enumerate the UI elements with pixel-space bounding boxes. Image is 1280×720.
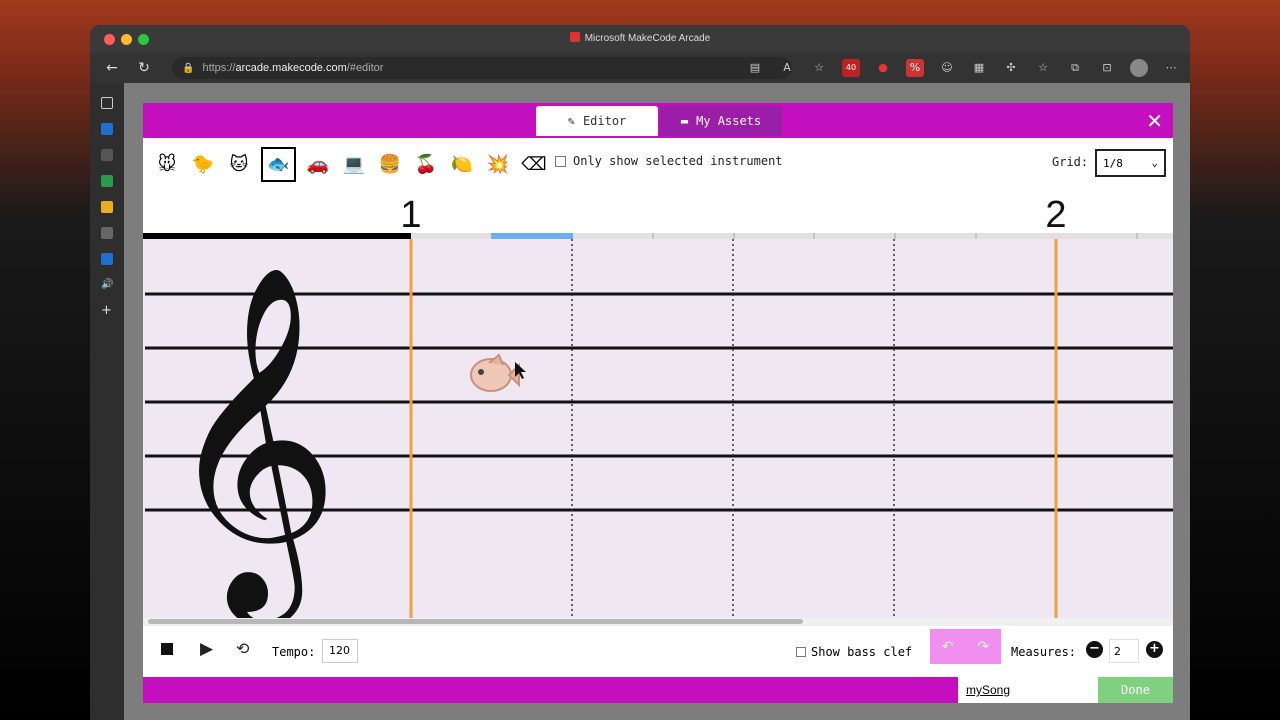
footer-bar: [143, 677, 958, 703]
duck-icon[interactable]: 🐤: [189, 150, 217, 178]
more-menu-icon[interactable]: ⋯: [1162, 59, 1180, 77]
reader-icon[interactable]: ▤: [746, 59, 764, 77]
tempo-input[interactable]: 120: [322, 639, 358, 663]
lock-icon: 🔒: [182, 62, 195, 74]
only-show-checkbox[interactable]: [555, 155, 566, 167]
song-name-input[interactable]: mySong: [958, 677, 1098, 703]
collections-icon[interactable]: ⧉: [1066, 59, 1084, 77]
timeline-start: [143, 233, 411, 239]
fish-icon[interactable]: 🐟: [261, 146, 296, 182]
extension-badge-icon[interactable]: 40: [842, 59, 860, 77]
makecode-icon: [569, 32, 580, 42]
car-icon[interactable]: 🚗: [304, 150, 332, 178]
favorites-icon[interactable]: ☆: [1034, 59, 1052, 77]
dog-icon[interactable]: 🐭: [153, 150, 181, 178]
read-aloud-icon[interactable]: A: [778, 59, 796, 77]
screenshot-icon[interactable]: ⊡: [1098, 59, 1116, 77]
increase-measures-icon[interactable]: +: [1146, 641, 1163, 658]
chat-icon[interactable]: [101, 175, 113, 187]
undo-redo-group: ↶ ↷: [930, 629, 1001, 664]
speaker-icon[interactable]: 🔊: [101, 279, 113, 291]
chevron-down-icon: ⌄: [1151, 156, 1158, 169]
measures-input[interactable]: 2: [1109, 639, 1139, 663]
extensions-row: ▤ A ☆ 40 ● % ☺ ▦ ✣ ☆ ⧉ ⊡ ⋯: [746, 59, 1180, 77]
tab-my-assets[interactable]: ▬ My Assets: [660, 106, 782, 136]
scrollbar-thumb[interactable]: [148, 619, 803, 624]
tabs-icon[interactable]: [101, 97, 113, 109]
profile-avatar[interactable]: [1130, 59, 1148, 77]
stop-icon[interactable]: [161, 643, 173, 655]
extension-face-icon[interactable]: ☺: [938, 59, 956, 77]
playback-controls: ▶ ⟲ Tempo: 120 Show bass clef ↶ ↷ Measur…: [143, 629, 1173, 673]
title-bar: Microsoft MakeCode Arcade: [90, 25, 1190, 53]
show-bass-clef-toggle[interactable]: Show bass clef: [796, 645, 912, 659]
playhead-marker: [491, 233, 573, 239]
decrease-measures-icon[interactable]: −: [1086, 641, 1103, 658]
music-editor-dialog: ✎ Editor ▬ My Assets ✕ 🐭 🐤 🐱 🐟 🚗 💻 🍔 🍒 🍋 💥 ⌫ Only …: [143, 103, 1173, 703]
lemon-icon[interactable]: 🍋: [448, 150, 476, 178]
browser-toolbar: ← ↻ 🔒 https://arcade.makecode.com/#edito…: [90, 53, 1190, 83]
play-icon[interactable]: ▶: [200, 639, 213, 659]
explosion-icon[interactable]: 💥: [484, 150, 512, 178]
music-staff[interactable]: 1 2 𝄞: [143, 195, 1173, 621]
outlook-icon[interactable]: [101, 123, 113, 135]
add-icon[interactable]: +: [101, 304, 113, 317]
grid-label: Grid:: [1052, 155, 1089, 169]
measures-label: Measures:: [1011, 645, 1077, 659]
notes-icon[interactable]: [101, 201, 113, 213]
treble-clef-icon: 𝄞: [163, 262, 340, 621]
tab-editor[interactable]: ✎ Editor: [536, 106, 658, 136]
instrument-toolbar: 🐭 🐤 🐱 🐟 🚗 💻 🍔 🍒 🍋 💥 ⌫: [153, 146, 548, 182]
paintbrush-icon: ✎: [567, 114, 575, 128]
extension-percent-icon[interactable]: %: [906, 59, 924, 77]
only-show-selected-toggle[interactable]: Only show selected instrument: [555, 154, 783, 168]
puzzle-icon[interactable]: ✣: [1002, 59, 1020, 77]
tools-icon[interactable]: [101, 227, 113, 239]
cat-icon[interactable]: 🐱: [225, 150, 253, 178]
extension-red-icon[interactable]: ●: [874, 59, 892, 77]
folder-icon: ▬: [680, 114, 689, 128]
burger-icon[interactable]: 🍔: [376, 150, 404, 178]
bass-clef-checkbox[interactable]: [796, 647, 806, 657]
window-title: Microsoft MakeCode Arcade: [90, 32, 1190, 44]
address-bar[interactable]: 🔒 https://arcade.makecode.com/#editor: [172, 57, 792, 79]
browser-sidebar: 🔊 +: [90, 83, 124, 720]
measure-number-2: 2: [1045, 195, 1066, 236]
cherry-icon[interactable]: 🍒: [412, 150, 440, 178]
dialog-header: ✎ Editor ▬ My Assets ✕: [143, 103, 1173, 138]
extension-badge2-icon[interactable]: ▦: [970, 59, 988, 77]
favorite-star-icon[interactable]: ☆: [810, 59, 828, 77]
tempo-label: Tempo:: [272, 645, 316, 659]
grid-select[interactable]: 1/8 ⌄: [1095, 149, 1166, 177]
refresh-icon[interactable]: ↻: [134, 60, 154, 76]
redo-icon[interactable]: ↷: [977, 639, 989, 655]
undo-icon[interactable]: ↶: [942, 639, 954, 655]
horizontal-scrollbar[interactable]: [143, 618, 1173, 626]
staff-area[interactable]: 1 2 𝄞: [143, 195, 1173, 621]
loop-icon[interactable]: ⟲: [236, 639, 249, 658]
close-icon[interactable]: ✕: [1146, 109, 1163, 133]
measure-number-1: 1: [400, 195, 421, 236]
computer-icon[interactable]: 💻: [340, 150, 368, 178]
back-icon[interactable]: ←: [102, 60, 122, 76]
done-button[interactable]: Done: [1098, 677, 1173, 703]
eraser-icon[interactable]: ⌫: [520, 150, 548, 178]
games-icon[interactable]: [101, 149, 113, 161]
contacts-icon[interactable]: [101, 253, 113, 265]
